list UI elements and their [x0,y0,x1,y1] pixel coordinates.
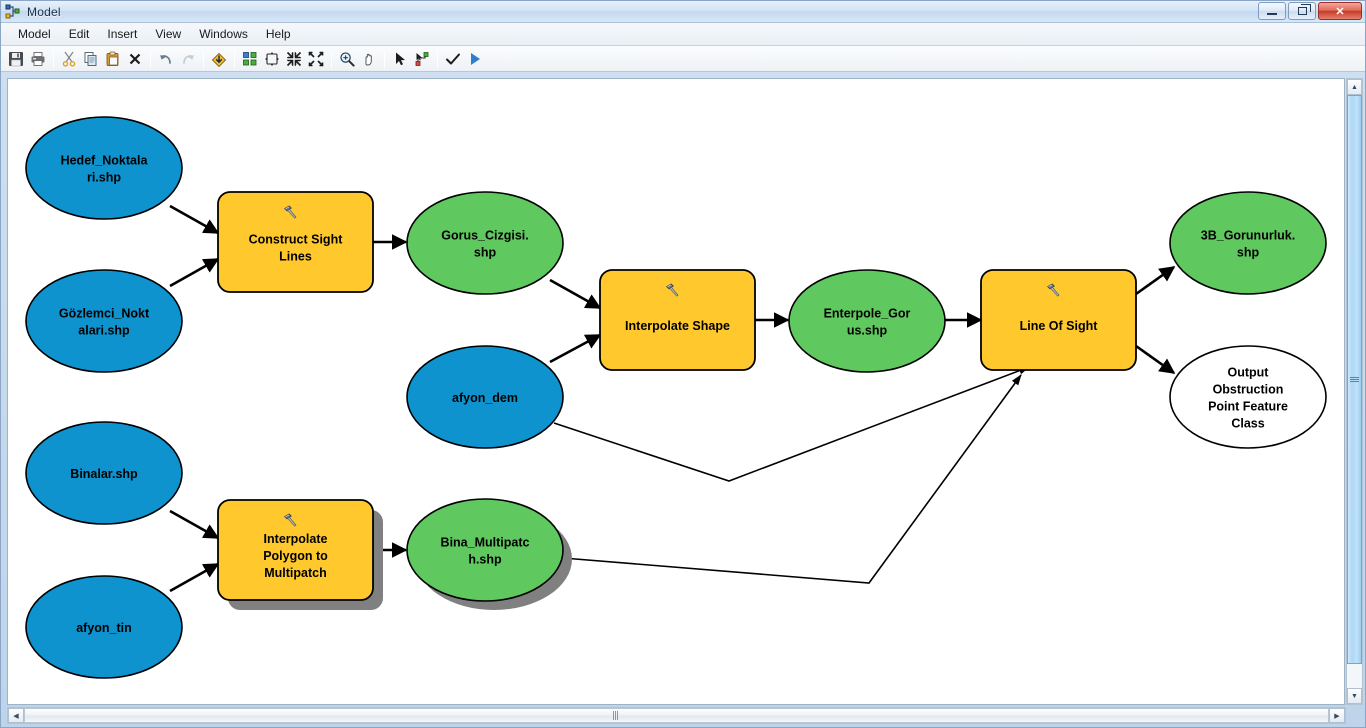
node-shape[interactable] [25,116,183,220]
node-shape[interactable] [217,191,374,293]
auto-layout-icon[interactable] [239,48,261,70]
run-icon[interactable] [464,48,486,70]
node-shape[interactable] [980,269,1137,371]
connector-afyondem-to-line-of-sight[interactable] [553,366,1031,482]
scroll-grip-icon [1350,376,1359,383]
minimize-button[interactable] [1258,2,1286,20]
scroll-left-button[interactable]: ◀ [8,708,24,723]
cut-icon[interactable] [58,48,80,70]
horizontal-scrollbar-row: ◀ ▶ [7,707,1363,725]
node-shape[interactable] [406,498,564,602]
maximize-button[interactable] [1288,2,1316,20]
close-button[interactable]: ✕ [1318,2,1362,20]
node-line-of-sight[interactable]: Line Of Sight [980,269,1137,371]
horizontal-scrollbar[interactable]: ◀ ▶ [7,707,1346,724]
node-shape[interactable] [217,499,374,601]
toolbar-separator [384,49,385,68]
node-shape[interactable] [25,575,183,679]
toolbar-separator [203,49,204,68]
node-shape[interactable] [1169,345,1327,449]
connector-binalar-to-interpolate-polygon[interactable] [169,509,220,540]
zoom-in-extent-icon[interactable] [283,48,305,70]
node-binalar-shp[interactable]: Binalar.shp [25,421,183,525]
menu-windows[interactable]: Windows [190,25,257,43]
select-arrow-icon[interactable] [389,48,411,70]
title-bar: Model ✕ [1,1,1365,23]
canvas-area: Hedef_Noktala ri.shp Gözlemci_Nokt alari.sh… [1,72,1365,705]
node-shape[interactable] [25,269,183,373]
menu-view[interactable]: View [146,25,190,43]
menu-insert[interactable]: Insert [98,25,146,43]
menu-help[interactable]: Help [257,25,300,43]
scroll-up-button[interactable]: ▲ [1347,79,1362,95]
copy-icon[interactable] [80,48,102,70]
toolbar-separator [331,49,332,68]
print-icon[interactable] [27,48,49,70]
model-diagram: Hedef_Noktalari.shp Gözlemci_Noktalari.sh… [25,116,1327,679]
node-3b-gorunurluk-shp[interactable]: 3B_Gorunurluk.shp [1169,191,1327,295]
scroll-right-button[interactable]: ▶ [1329,708,1345,723]
save-icon[interactable] [5,48,27,70]
node-shape[interactable] [599,269,756,371]
full-extent-icon[interactable] [261,48,283,70]
connect-icon[interactable] [411,48,433,70]
vertical-scrollbar[interactable]: ▲ ▼ [1346,78,1363,705]
connector-afyontin-to-interpolate-polygon[interactable] [169,562,220,593]
connector-line-of-sight-to-obstruction[interactable] [1135,344,1176,375]
toolbar-separator [150,49,151,68]
node-bina-multipatch-shp[interactable]: Bina_Multipatch.shp [406,498,572,610]
node-interpolate-polygon-to-multipatch[interactable]: InterpolatePolygon toMultipatch [217,499,383,610]
node-interpolate-shape[interactable]: Interpolate Shape [599,269,756,371]
undo-icon[interactable] [155,48,177,70]
node-enterpole-gorus-shp[interactable]: Enterpole_Gorus.shp [788,269,946,373]
paste-icon[interactable] [102,48,124,70]
menu-edit[interactable]: Edit [60,25,99,43]
node-gorus-cizgisi-shp[interactable]: Gorus_Cizgisi.shp [406,191,564,295]
scroll-grip-icon [613,711,620,720]
connector-hedef-to-construct[interactable] [169,204,220,235]
window-controls: ✕ [1258,2,1362,20]
toolbar-separator [234,49,235,68]
main-toolbar [1,46,1365,72]
menu-bar: Model Edit Insert View Windows Help [1,23,1365,46]
zoom-tool-icon[interactable] [336,48,358,70]
scrollbar-corner [1346,707,1363,725]
node-shape[interactable] [406,191,564,295]
modelbuilder-icon [5,4,21,20]
horizontal-scroll-thumb[interactable] [24,708,1329,723]
node-hedef-noktalari-shp[interactable]: Hedef_Noktalari.shp [25,116,183,220]
connector-gozlemci-to-construct[interactable] [169,257,220,288]
vertical-scroll-thumb[interactable] [1347,95,1362,665]
node-afyon-dem[interactable]: afyon_dem [406,345,564,449]
node-construct-sight-lines[interactable]: Construct SightLines [217,191,374,293]
pan-tool-icon[interactable] [358,48,380,70]
connector-afyondem-to-interpolate-shape[interactable] [549,333,602,364]
menu-model[interactable]: Model [9,25,60,43]
vertical-scroll-track[interactable] [1347,95,1362,688]
add-data-icon[interactable] [208,48,230,70]
connector-gorus-to-interpolate-shape[interactable] [549,278,602,310]
node-gozlemci-noktalari-shp[interactable]: Gözlemci_Noktalari.shp [25,269,183,373]
window-title: Model [27,4,61,19]
node-output-obstruction-point-feature-class[interactable]: OutputObstructionPoint FeatureClass [1169,345,1327,449]
model-canvas[interactable]: Hedef_Noktala ri.shp Gözlemci_Nokt alari.sh… [7,78,1345,705]
node-shape[interactable] [788,269,946,373]
connector-binamulti-to-line-of-sight[interactable] [562,374,1022,584]
model-window: Model ✕ Model Edit Insert View Windows H… [0,0,1366,728]
zoom-out-extent-icon[interactable] [305,48,327,70]
node-afyon-tin[interactable]: afyon_tin [25,575,183,679]
connector-line-of-sight-to-gorunurluk[interactable] [1135,265,1176,296]
toolbar-separator [53,49,54,68]
toolbar-separator [437,49,438,68]
node-shape[interactable] [1169,191,1327,295]
validate-check-icon[interactable] [442,48,464,70]
node-shape[interactable] [25,421,183,525]
node-shape[interactable] [406,345,564,449]
node-layer: Hedef_Noktalari.shp Gözlemci_Noktalari.sh… [25,116,1327,679]
redo-icon[interactable] [177,48,199,70]
delete-icon[interactable] [124,48,146,70]
scroll-down-button[interactable]: ▼ [1347,688,1362,704]
